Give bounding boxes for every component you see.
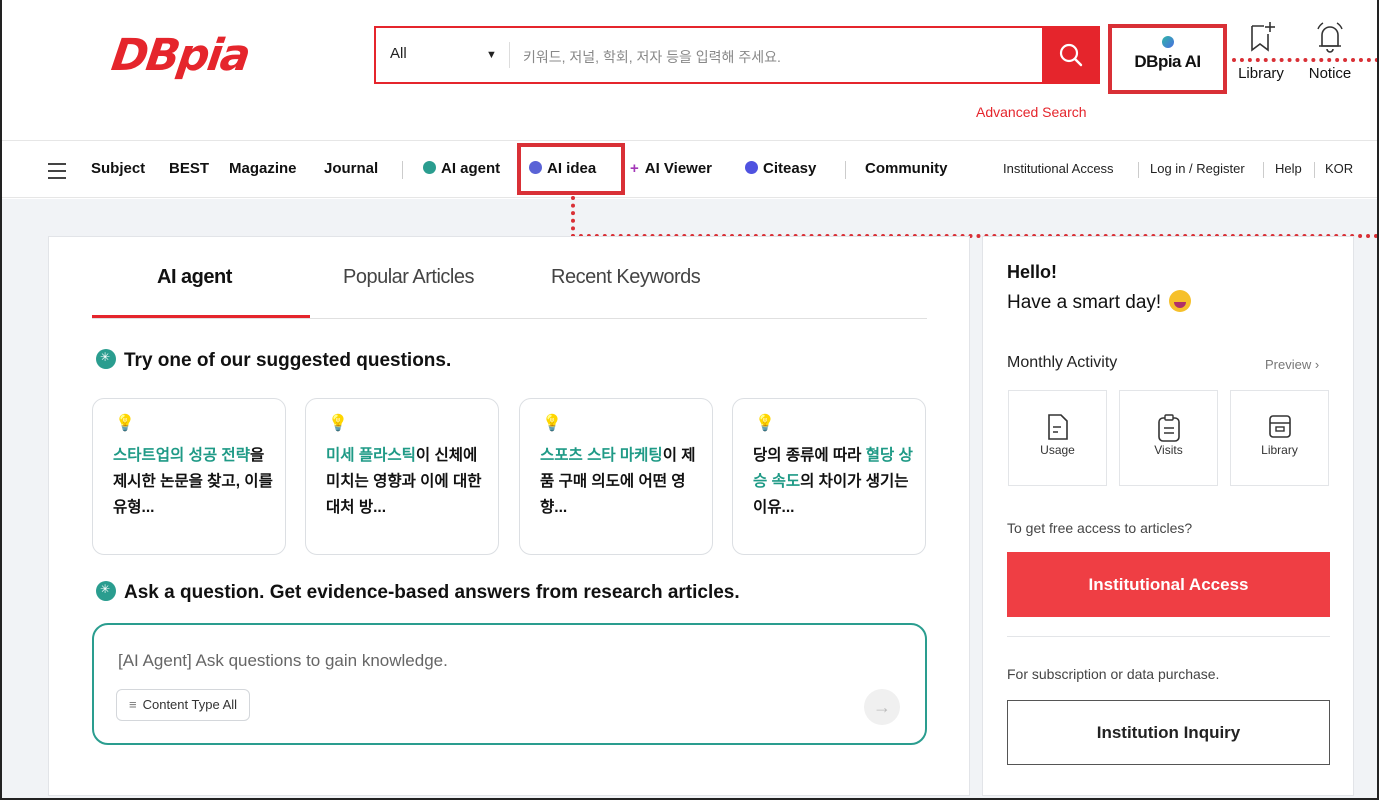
screenshot-frame xyxy=(0,0,1379,800)
